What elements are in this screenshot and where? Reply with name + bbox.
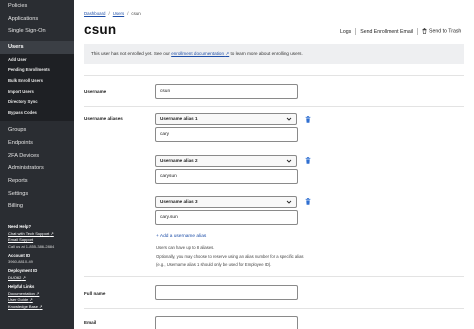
nav-applications[interactable]: Applications	[0, 13, 74, 26]
nav-pending-enrollments[interactable]: Pending Enrollments	[0, 65, 74, 76]
nav-add-user[interactable]: Add User	[0, 55, 74, 66]
chevron-down-icon	[286, 159, 292, 163]
help-section: Need Help? Chat with Tech Support ↗ Emai…	[0, 221, 74, 310]
divider	[84, 106, 464, 107]
main-content: Dashboard / Users / csun csun Logs Send Enro…	[74, 0, 474, 329]
alias-1-input[interactable]: cary	[155, 127, 298, 142]
divider	[84, 276, 464, 277]
alias-3-input[interactable]: cary.sun	[155, 210, 298, 225]
sidebar: Policies Applications Single Sign-On Use…	[0, 0, 74, 329]
breadcrumb-dashboard[interactable]: Dashboard	[84, 11, 105, 16]
logs-link[interactable]: Logs	[340, 29, 351, 35]
external-link-icon: ↗	[22, 274, 26, 280]
full-name-input[interactable]	[155, 285, 298, 300]
email-label: Email	[84, 320, 97, 325]
external-link-icon: ↗	[50, 230, 54, 236]
nav-groups[interactable]: Groups	[0, 124, 74, 137]
nav-reports[interactable]: Reports	[0, 175, 74, 188]
alias-help-text: Users can have up to 8 aliases.	[156, 245, 215, 250]
alias-2-input[interactable]: carysun	[155, 169, 298, 184]
nav-import-users[interactable]: Import Users	[0, 87, 74, 98]
nav-bulk-enroll-users[interactable]: Bulk Enroll Users	[0, 76, 74, 87]
external-link-icon: ↗	[39, 303, 43, 309]
external-link-icon: ↗	[36, 290, 40, 296]
alias-help-text: Optionally, you may choose to reserve us…	[156, 254, 304, 259]
divider	[84, 75, 464, 76]
nav-2fa-devices[interactable]: 2FA Devices	[0, 150, 74, 163]
account-id-value: 3960-8810-49	[8, 259, 33, 264]
nav-settings[interactable]: Settings	[0, 188, 74, 201]
nav-single-sign-on[interactable]: Single Sign-On	[0, 25, 74, 38]
users-submenu: Add User Pending Enrollments Bulk Enroll…	[0, 53, 74, 122]
page-actions: Logs Send Enrollment Email Send to Trash	[340, 28, 461, 35]
chevron-down-icon	[286, 200, 292, 204]
external-link-icon: ↗	[29, 297, 33, 302]
page-title: csun	[84, 22, 117, 37]
breadcrumb-separator: /	[108, 11, 110, 16]
breadcrumb: Dashboard / Users / csun	[84, 11, 141, 16]
breadcrumb-users[interactable]: Users	[113, 11, 124, 16]
nav-policies[interactable]: Policies	[0, 0, 74, 13]
nav-administrators[interactable]: Administrators	[0, 162, 74, 175]
full-name-label: Full name	[84, 291, 106, 296]
add-username-alias-link[interactable]: + Add a username alias	[156, 234, 206, 239]
nav-bypass-codes[interactable]: Bypass Codes	[0, 108, 74, 119]
remove-alias-3-trash-icon[interactable]	[305, 198, 311, 205]
breadcrumb-current: csun	[131, 11, 141, 16]
action-divider	[355, 28, 357, 35]
nav-users[interactable]: Users	[0, 41, 74, 54]
email-input[interactable]	[155, 316, 298, 329]
alias-help-text: (e.g., Username alias 1 should only be u…	[156, 262, 272, 267]
enrollment-documentation-link[interactable]: enrollment documentation ↗	[171, 51, 229, 56]
nav-directory-sync[interactable]: Directory Sync	[0, 97, 74, 108]
username-input[interactable]: csun	[155, 84, 298, 99]
alias-2-select[interactable]: Username alias 2	[155, 155, 297, 167]
chevron-down-icon	[286, 117, 292, 121]
trash-icon	[422, 28, 427, 35]
remove-alias-1-trash-icon[interactable]	[305, 116, 311, 123]
action-divider	[417, 28, 419, 35]
username-label: Username	[84, 89, 107, 94]
send-enrollment-email-button[interactable]: Send Enrollment Email	[360, 29, 413, 35]
call-us-text: Call us at 1-855-386-2884	[8, 243, 55, 249]
nav-billing[interactable]: Billing	[0, 200, 74, 213]
send-to-trash-button[interactable]: Send to Trash	[422, 28, 461, 35]
username-aliases-label: Username aliases	[84, 116, 123, 121]
breadcrumb-separator: /	[127, 11, 129, 16]
knowledge-base-link[interactable]: Knowledge Base ↗	[8, 304, 74, 311]
remove-alias-2-trash-icon[interactable]	[305, 157, 311, 164]
deployment-id-link[interactable]: DUO62 ↗	[8, 275, 74, 282]
nav-endpoints[interactable]: Endpoints	[0, 137, 74, 150]
alias-1-select[interactable]: Username alias 1	[155, 113, 297, 125]
alias-3-select[interactable]: Username alias 3	[155, 196, 297, 208]
divider	[84, 308, 464, 309]
not-enrolled-banner: This user has not enrolled yet. See our …	[84, 44, 464, 64]
